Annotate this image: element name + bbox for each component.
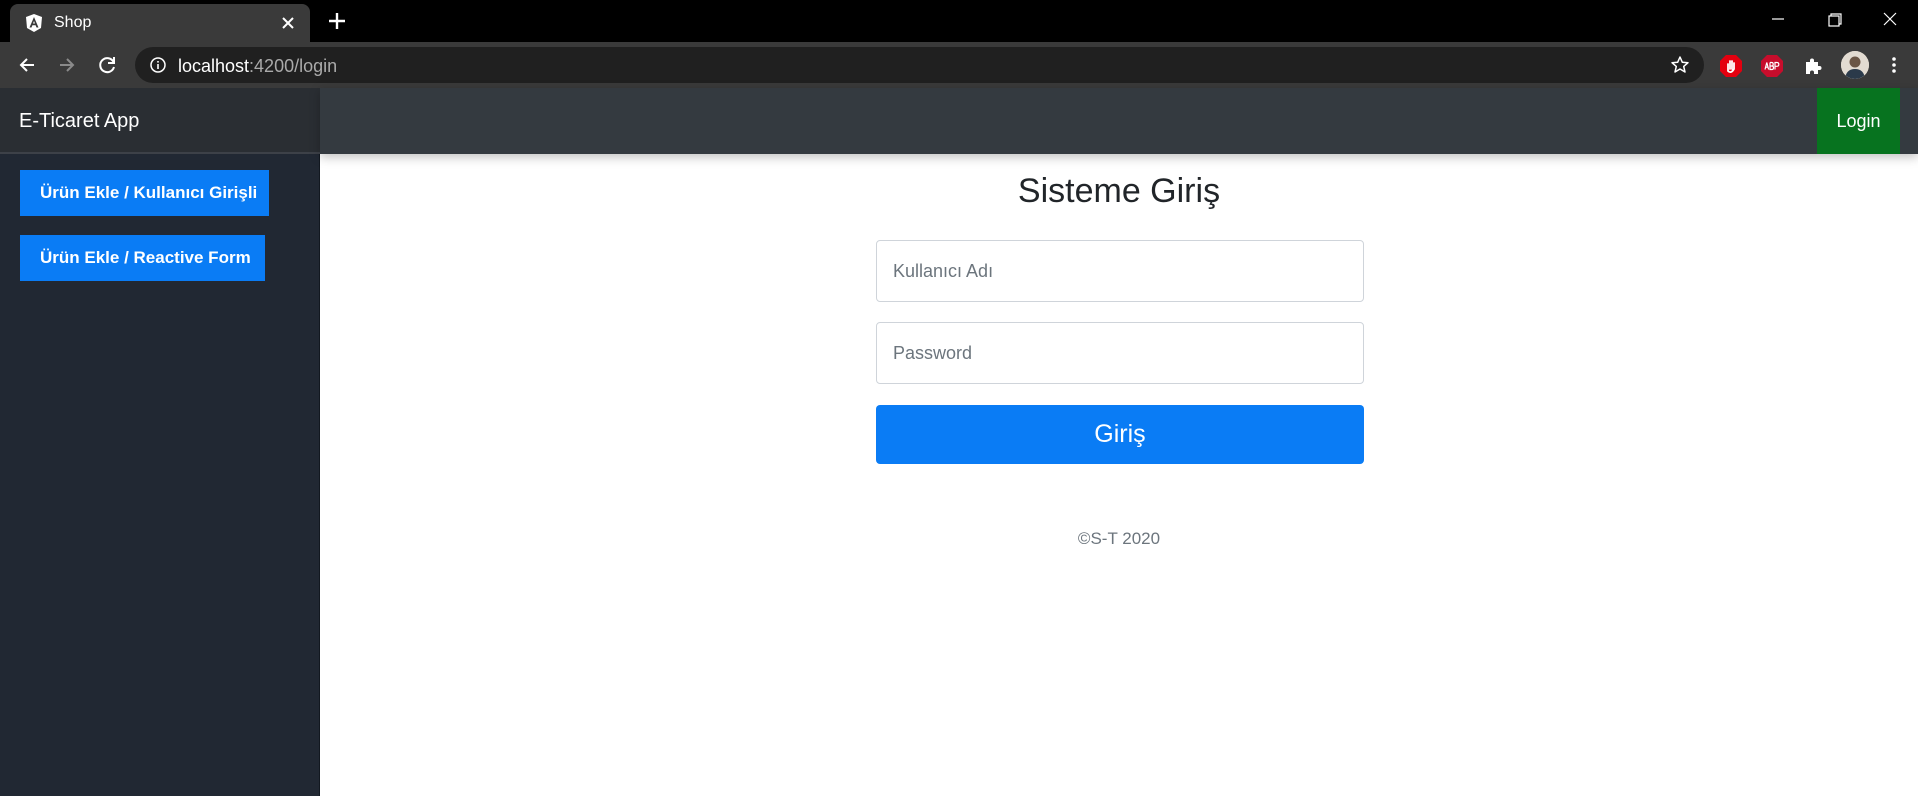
browser-toolbar: localhost:4200/login (0, 42, 1918, 88)
url-path: :4200/login (249, 56, 338, 76)
sidebar: E-Ticaret App Ürün Ekle / Kullanıcı Giri… (0, 88, 320, 796)
password-input[interactable] (876, 322, 1364, 384)
browser-tabstrip: Shop (0, 0, 1918, 42)
login-submit-button[interactable]: Giriş (876, 405, 1364, 464)
main-content: Sisteme Giriş Giriş ©S-T 2020 (320, 154, 1918, 796)
url-host: localhost (178, 56, 250, 76)
puzzle-icon[interactable] (1802, 54, 1826, 78)
username-input[interactable] (876, 240, 1364, 302)
browser-tab[interactable]: Shop (10, 4, 310, 42)
sidebar-header: E-Ticaret App (0, 88, 320, 154)
url-text: localhost:4200/login (178, 56, 337, 77)
minimize-icon[interactable] (1750, 0, 1806, 40)
back-arrow-icon[interactable] (13, 51, 41, 79)
restore-icon[interactable] (1806, 0, 1862, 40)
close-icon[interactable] (276, 11, 300, 35)
login-button[interactable]: Login (1817, 88, 1900, 154)
forward-arrow-icon[interactable] (53, 51, 81, 79)
top-navbar: Login (320, 88, 1918, 154)
star-icon[interactable] (1670, 55, 1690, 75)
angular-icon (24, 13, 44, 33)
page-title: Sisteme Giriş (1017, 172, 1221, 210)
sidebar-item-urun-ekle-kullanici-girisli[interactable]: Ürün Ekle / Kullanıcı Girişli (20, 170, 269, 216)
address-bar[interactable]: localhost:4200/login (135, 47, 1704, 83)
tab-title: Shop (54, 14, 92, 31)
sidebar-item-urun-ekle-reactive-form[interactable]: Ürün Ekle / Reactive Form (20, 235, 265, 281)
footer-copyright: ©S-T 2020 (1077, 529, 1161, 548)
abp-icon[interactable] (1760, 54, 1784, 78)
reload-icon[interactable] (93, 51, 121, 79)
adblock-hand-icon[interactable] (1719, 54, 1743, 78)
plus-icon[interactable] (323, 7, 351, 35)
more-vert-icon[interactable] (1882, 53, 1906, 77)
app-brand[interactable]: E-Ticaret App (19, 110, 139, 133)
avatar[interactable] (1841, 51, 1869, 79)
info-icon[interactable] (150, 57, 166, 73)
window-close-icon[interactable] (1862, 0, 1918, 40)
